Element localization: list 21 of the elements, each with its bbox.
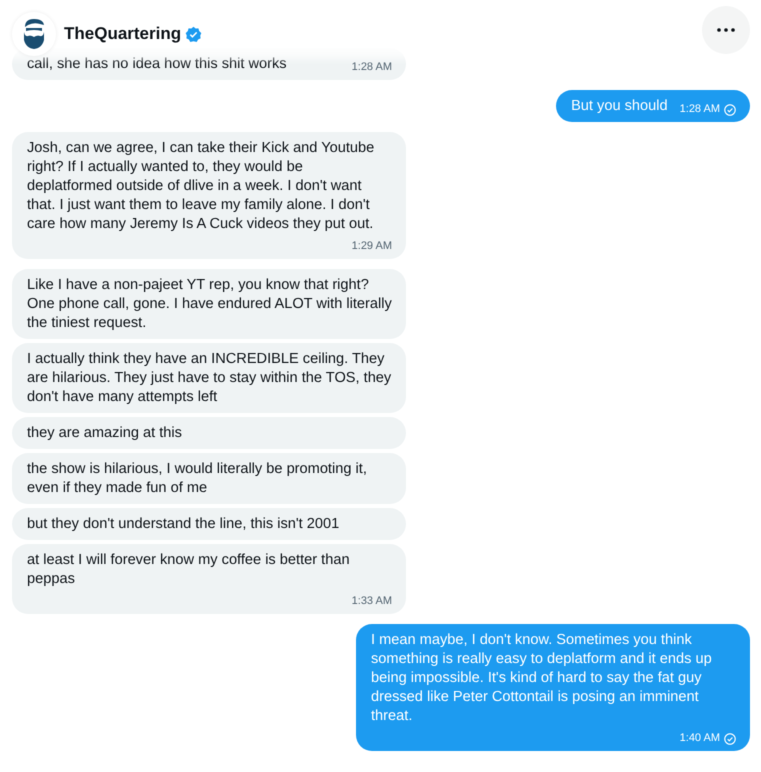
message-text: Like I have a non-pajeet YT rep, you know that right? One phone call, gone. I have endured ALOT with literally the tiniest request. <box>27 276 392 333</box>
bearded-man-icon <box>22 18 46 50</box>
message-text: Josh, can we agree, I can take their Kick and Youtube right? If I actually wanted to, they would be deplatformed outside of dlive in a week. I don't want that. I just want them to leave my family alone. I don't care how many Jeremy Is A Cuck videos they put out. <box>27 139 376 234</box>
avatar[interactable] <box>12 12 56 56</box>
message-text: I actually think they have an INCREDIBLE ceiling. They are hilarious. They just have to stay within the TOS, they don't have many attempts left <box>27 350 392 407</box>
message-text: call, she has no idea how this shit works <box>27 55 287 74</box>
message-time: 1:28 AM <box>680 102 720 116</box>
message-text: but they don't understand the line, this isn't 2001 <box>27 515 340 534</box>
message-text: I mean maybe, I don't know. Sometimes you think something is really easy to deplatform and it ends up being impossible. It's kind of hard to say the fat guy dressed like Peter Cottontail is posing an imminent threat. <box>371 631 713 726</box>
message-text: they are amazing at this <box>27 424 182 443</box>
sent-check-icon <box>724 104 736 116</box>
sent-check-icon <box>724 733 736 745</box>
message-time: 1:29 AM <box>352 239 392 253</box>
message-time: 1:28 AM <box>352 60 392 74</box>
message-text: But you should <box>571 97 668 116</box>
more-icon <box>717 28 735 32</box>
message-text: the show is hilarious, I would literally be promoting it, even if they made fun of me <box>27 460 368 498</box>
contact-name: TheQuartering <box>64 23 182 46</box>
message-time: 1:40 AM <box>680 731 720 745</box>
message-time: 1:33 AM <box>352 594 392 608</box>
message-text: at least I will forever know my coffee is better than peppas <box>27 551 351 589</box>
